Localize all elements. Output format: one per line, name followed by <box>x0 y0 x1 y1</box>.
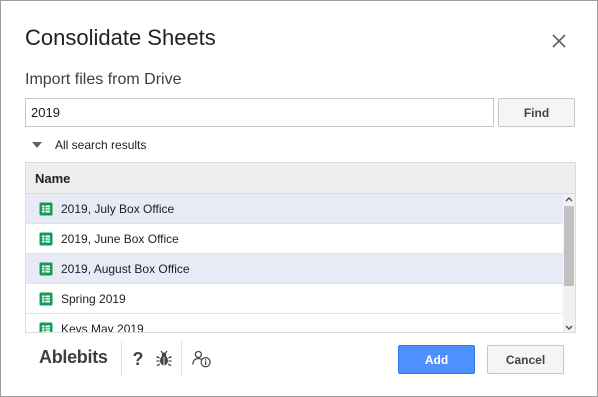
file-row[interactable]: 2019, August Box Office <box>26 254 563 284</box>
bug-icon <box>156 350 172 367</box>
account-info-button[interactable] <box>192 349 212 369</box>
cancel-button[interactable]: Cancel <box>487 345 564 374</box>
chevron-down-icon <box>565 325 573 330</box>
file-row[interactable]: Keys May 2019 <box>26 314 563 333</box>
file-results-table: Name 2019, July Box Office 2019, June Box… <box>25 162 576 333</box>
file-row[interactable]: Spring 2019 <box>26 284 563 314</box>
file-name: Spring 2019 <box>61 291 126 306</box>
file-rows: 2019, July Box Office 2019, June Box Offi… <box>26 194 563 333</box>
report-bug-button[interactable] <box>154 349 174 369</box>
scroll-down-arrow[interactable] <box>563 322 575 332</box>
search-input[interactable] <box>25 98 494 127</box>
file-row[interactable]: 2019, July Box Office <box>26 194 563 224</box>
footer-divider <box>121 341 122 377</box>
results-scrollbar[interactable] <box>563 194 575 332</box>
close-icon <box>552 34 566 48</box>
find-button[interactable]: Find <box>498 98 575 127</box>
chevron-up-icon <box>565 196 573 201</box>
sheets-icon <box>39 262 53 276</box>
help-icon: ? <box>132 348 144 369</box>
import-subtitle: Import files from Drive <box>25 71 182 88</box>
name-column-header: Name <box>26 163 575 194</box>
help-button[interactable]: ? <box>128 349 148 369</box>
footer-divider <box>181 341 182 377</box>
close-button[interactable] <box>547 29 571 53</box>
file-name: Keys May 2019 <box>61 321 144 333</box>
dialog-title: Consolidate Sheets <box>25 25 216 50</box>
consolidate-sheets-dialog: Consolidate Sheets Import files from Dri… <box>0 0 598 397</box>
user-info-icon <box>192 350 211 368</box>
file-name: 2019, July Box Office <box>61 201 175 216</box>
scroll-thumb[interactable] <box>564 206 574 286</box>
file-name: 2019, August Box Office <box>61 261 190 276</box>
sheets-icon <box>39 292 53 306</box>
sheets-icon <box>39 322 53 332</box>
caret-down-icon <box>31 141 47 149</box>
scroll-up-arrow[interactable] <box>563 194 575 204</box>
results-toggle-label: All search results <box>55 138 147 152</box>
add-button[interactable]: Add <box>398 345 475 374</box>
ablebits-logo: Ablebits <box>39 347 108 367</box>
sheets-icon <box>39 202 53 216</box>
file-row[interactable]: 2019, June Box Office <box>26 224 563 254</box>
sheets-icon <box>39 232 53 246</box>
file-name: 2019, June Box Office <box>61 231 179 246</box>
all-search-results-toggle[interactable]: All search results <box>31 137 146 153</box>
